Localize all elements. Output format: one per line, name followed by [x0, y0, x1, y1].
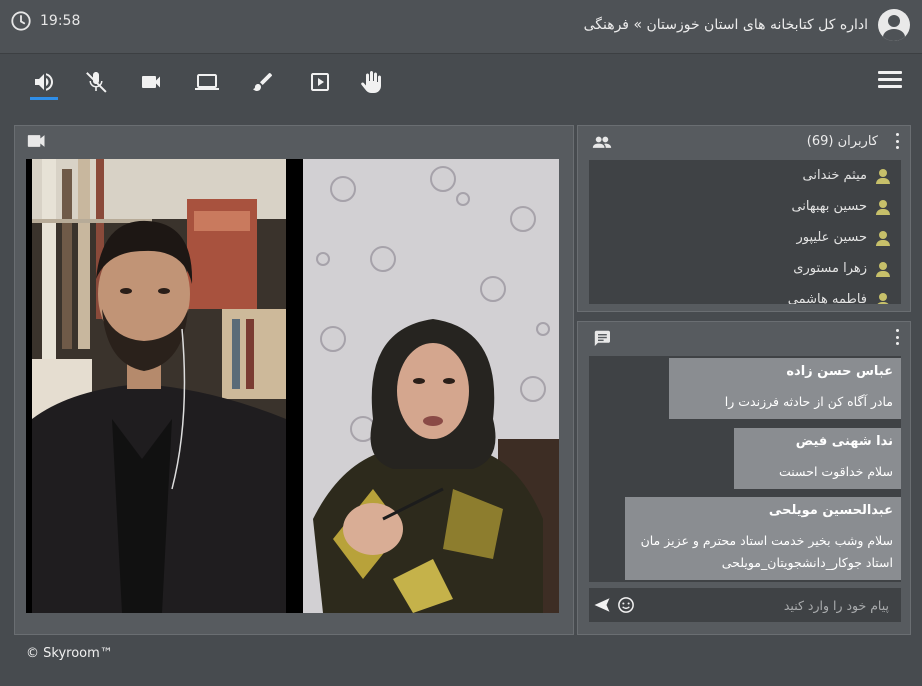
message-text: مادر آگاه کن از حادثه فرزندت را — [724, 394, 893, 409]
users-more-icon[interactable] — [894, 133, 900, 149]
volume-icon — [35, 73, 53, 91]
top-bar: 19:58 اداره کل کتابخانه های استان خوزستا… — [0, 0, 922, 54]
chat-message: عباس حسن زاده مادر آگاه کن از حادثه فرزن… — [669, 358, 901, 419]
chat-message-input[interactable] — [643, 588, 893, 622]
media-button[interactable] — [304, 67, 336, 97]
send-icon[interactable] — [593, 596, 611, 614]
laptop-icon — [195, 74, 219, 90]
list-item[interactable]: حسین علیپور — [589, 222, 901, 253]
video-feed-right — [303, 159, 559, 613]
raise-hand-button[interactable] — [356, 67, 388, 97]
account-circle-icon[interactable] — [878, 9, 910, 41]
video-panel — [14, 125, 574, 635]
chat-icon — [594, 330, 610, 346]
whiteboard-button[interactable] — [247, 67, 279, 97]
users-panel-header: کاربران (69) — [578, 126, 910, 158]
header-title-group: اداره کل کتابخانه های استان خوزستان » فر… — [584, 9, 910, 41]
users-panel-title: کاربران (69) — [806, 134, 878, 149]
user-icon — [875, 261, 891, 277]
play-box-icon — [311, 73, 329, 91]
speaker-video-image — [303, 159, 559, 613]
user-name: حسین علیپور — [796, 230, 867, 245]
brush-icon — [253, 73, 272, 91]
list-item[interactable]: میثم خندانی — [589, 160, 901, 191]
toolbar — [0, 55, 922, 115]
microphone-button[interactable] — [80, 67, 112, 97]
people-icon — [592, 136, 612, 148]
message-author: عباس حسن زاده — [786, 364, 893, 379]
message-text: سلام خداقوت احسنت — [779, 464, 893, 479]
message-author: ندا شهنی فیض — [795, 434, 893, 449]
user-icon — [875, 168, 891, 184]
video-stream[interactable] — [26, 159, 559, 613]
chat-more-icon[interactable] — [894, 329, 900, 345]
user-name: زهرا مستوری — [793, 261, 867, 276]
message-author: عبدالحسین مویلحی — [768, 503, 893, 518]
chat-input-bar — [589, 588, 901, 622]
chat-panel-header — [578, 322, 910, 354]
clock-icon — [11, 11, 31, 31]
hamburger-menu-icon[interactable] — [878, 71, 902, 91]
videocam-icon — [27, 135, 45, 147]
page-title: اداره کل کتابخانه های استان خوزستان » فر… — [583, 17, 868, 33]
clock-time: 19:58 — [40, 13, 81, 29]
speaker-button[interactable] — [28, 67, 60, 100]
videocam-icon — [142, 76, 160, 88]
user-icon — [875, 230, 891, 246]
chat-message: عبدالحسین مویلحی سلام وشب بخیر خدمت استا… — [625, 497, 901, 580]
list-item[interactable]: فاطمه هاشمی — [589, 284, 901, 304]
message-text: سلام وشب بخیر خدمت استاد محترم و عزیز ما… — [640, 533, 893, 570]
list-item[interactable]: حسین بهبهانی — [589, 191, 901, 222]
users-list[interactable]: میثم خندانی حسین بهبهانی حسین علیپور زهر… — [589, 160, 901, 304]
user-name: حسین بهبهانی — [791, 199, 867, 214]
user-name: فاطمه هاشمی — [787, 292, 867, 304]
footer-copyright: © Skyroom™ — [26, 646, 113, 661]
hand-icon — [361, 71, 381, 93]
user-name: میثم خندانی — [802, 168, 867, 183]
users-panel: کاربران (69) میثم خندانی حسین بهبهانی حس… — [577, 125, 911, 312]
chat-panel: عباس حسن زاده مادر آگاه کن از حادثه فرزن… — [577, 321, 911, 635]
presenter-video-image — [32, 159, 286, 613]
clock: 19:58 — [10, 10, 80, 32]
list-item[interactable]: زهرا مستوری — [589, 253, 901, 284]
user-icon — [875, 292, 891, 304]
user-icon — [875, 199, 891, 215]
screen-share-button[interactable] — [191, 67, 223, 97]
camera-button[interactable] — [135, 67, 167, 97]
chat-message: ندا شهنی فیض سلام خداقوت احسنت — [734, 428, 901, 489]
chat-messages[interactable]: عباس حسن زاده مادر آگاه کن از حادثه فرزن… — [589, 356, 901, 582]
emoji-icon[interactable] — [617, 596, 635, 614]
video-feed-left — [32, 159, 286, 613]
mic-off-icon — [86, 72, 107, 93]
